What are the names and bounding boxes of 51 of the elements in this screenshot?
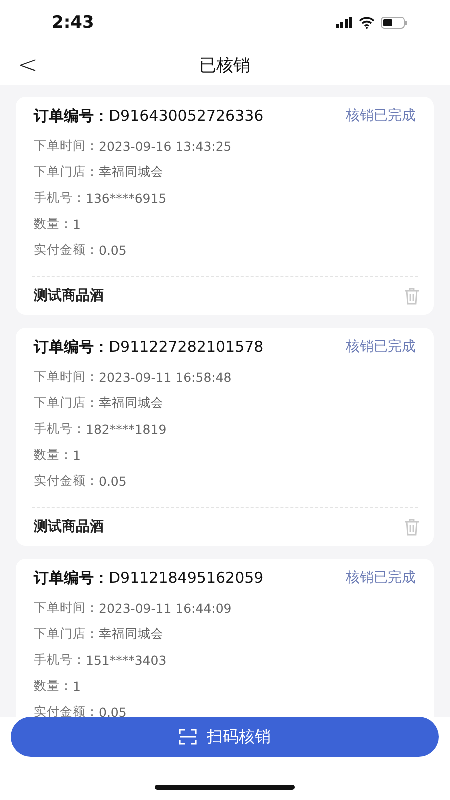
page-title: 已核销	[200, 54, 250, 76]
field-label: 手机号：	[34, 420, 86, 438]
status-time: 2:43	[52, 12, 94, 32]
battery-icon	[381, 16, 408, 28]
delete-icon[interactable]	[404, 518, 420, 536]
field-label: 手机号：	[34, 190, 86, 206]
wifi-icon	[359, 16, 375, 28]
order-number: D911227282101578	[109, 338, 264, 356]
field-label: 下单时间：	[34, 368, 99, 386]
field-label: 下单时间：	[34, 600, 99, 616]
field-value: 182****1819	[86, 422, 167, 436]
field-label: 手机号：	[34, 652, 86, 668]
field-label: 数量：	[34, 216, 73, 232]
field-value: 2023-09-11 16:44:09	[99, 600, 232, 616]
scan-icon	[179, 729, 197, 745]
field-value: 1	[73, 216, 81, 232]
field-value: 136****6915	[86, 190, 167, 206]
back-button[interactable]: <	[14, 51, 42, 79]
order-number-label: 订单编号：	[34, 107, 109, 125]
order-status: 核销已完成	[346, 107, 416, 125]
scan-button[interactable]: 扫码核销	[11, 717, 439, 757]
field-value: 0.05	[99, 242, 127, 258]
order-status: 核销已完成	[346, 338, 416, 356]
order-number: D911218495162059	[109, 569, 264, 587]
field-label: 下单门店：	[34, 626, 99, 642]
field-value: 0.05	[99, 704, 127, 717]
delete-icon[interactable]	[404, 287, 420, 305]
field-value: 1	[73, 448, 81, 462]
field-value: 2023-09-16 13:43:25	[99, 138, 232, 154]
product-name: 测试商品酒	[34, 518, 104, 536]
field-value: 幸福同城会	[99, 626, 164, 642]
field-label: 实付金额：	[34, 472, 99, 490]
field-value: 幸福同城会	[99, 394, 164, 412]
order-status: 核销已完成	[346, 569, 416, 587]
order-number-label: 订单编号：	[34, 569, 109, 587]
field-value: 1	[73, 678, 81, 694]
field-label: 实付金额：	[34, 242, 99, 258]
order-number-label: 订单编号：	[34, 338, 109, 356]
field-label: 下单门店：	[34, 164, 99, 180]
field-label: 下单门店：	[34, 394, 99, 412]
field-value: 幸福同城会	[99, 164, 164, 180]
field-label: 实付金额：	[34, 704, 99, 717]
field-value: 0.05	[99, 474, 127, 488]
field-label: 下单时间：	[34, 138, 99, 154]
field-value: 151****3403	[86, 652, 167, 668]
signal-icon	[336, 17, 353, 28]
product-name: 测试商品酒	[34, 287, 104, 305]
field-value: 2023-09-11 16:58:48	[99, 370, 232, 384]
field-label: 数量：	[34, 678, 73, 694]
order-number: D916430052726336	[109, 107, 264, 125]
field-label: 数量：	[34, 446, 73, 464]
